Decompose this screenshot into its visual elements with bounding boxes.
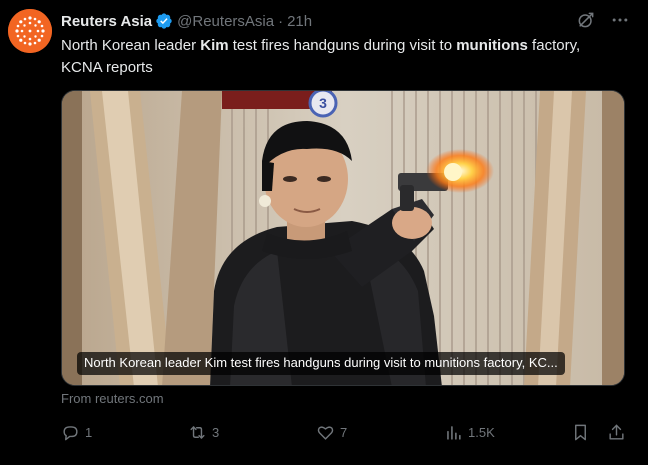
grok-icon[interactable] [576,10,596,30]
reply-count: 1 [85,425,93,440]
like-count: 7 [340,425,348,440]
tweet-text: North Korean leader Kim test fires handg… [61,35,621,79]
link-card-caption: North Korean leader Kim test fires handg… [77,352,565,375]
share-icon [607,423,626,442]
views-button[interactable]: 1.5K [444,423,495,442]
action-bar: 1 3 7 1.5K [61,423,633,445]
tweet-text-part: test fires handguns during visit to [228,37,457,54]
share-button[interactable] [607,423,626,442]
tweet-header: Reuters Asia @ReutersAsia · 21h [61,11,312,31]
heart-icon [316,423,335,442]
top-actions [576,10,630,30]
timestamp[interactable]: 21h [287,13,312,30]
author-name[interactable]: Reuters Asia [61,13,152,30]
header-separator: · [278,12,284,30]
tweet-card[interactable]: Reuters Asia @ReutersAsia · 21h North Ko… [0,0,648,465]
tweet-text-part: North Korean leader [61,37,201,54]
reply-button[interactable]: 1 [61,423,92,442]
views-icon [444,423,463,442]
bookmark-icon [571,423,590,442]
link-source[interactable]: From reuters.com [61,391,164,406]
photo-man-firing-handgun-icon: 3 [62,91,624,385]
retweet-button[interactable]: 3 [188,423,219,442]
more-icon[interactable] [610,10,630,30]
svg-text:3: 3 [319,95,327,111]
link-card-image[interactable]: 3 North Korean leader Kim test fires han… [61,90,625,386]
views-count: 1.5K [468,425,495,440]
avatar[interactable] [8,9,52,53]
bookmark-button[interactable] [571,423,590,442]
reply-icon [61,423,80,442]
verified-badge-icon [155,12,173,30]
hashtag-keyword: munitions [456,37,528,54]
retweet-count: 3 [212,425,220,440]
hashtag-keyword: Kim [200,37,229,54]
like-button[interactable]: 7 [316,423,347,442]
retweet-icon [188,423,207,442]
reuters-logo-icon [8,9,52,53]
author-handle[interactable]: @ReutersAsia [177,13,274,30]
